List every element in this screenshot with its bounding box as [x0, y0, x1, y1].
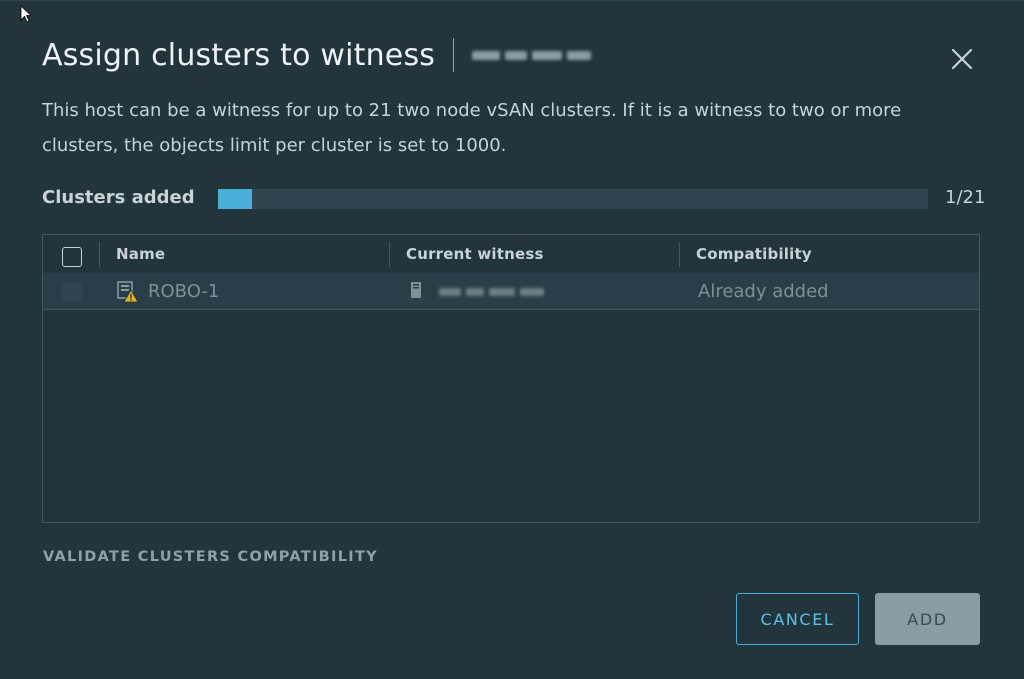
column-header-current-witness[interactable]: Current witness — [406, 245, 544, 263]
dialog-description: This host can be a witness for up to 21 … — [42, 100, 902, 156]
title-divider — [453, 38, 455, 72]
witness-address-redacted — [439, 286, 551, 298]
compatibility-status: Already added — [698, 281, 829, 302]
mouse-cursor-icon — [20, 5, 32, 23]
dialog-title: Assign clusters to witness — [42, 37, 436, 73]
clusters-grid: Name Current witness Compatibility ROBO-… — [42, 234, 980, 523]
host-icon — [411, 282, 421, 298]
cluster-name: ROBO-1 — [148, 281, 220, 302]
assign-clusters-dialog: Assign clusters to witness This host can… — [0, 0, 1024, 679]
close-icon[interactable] — [948, 45, 976, 73]
row-checkbox-disabled — [62, 282, 82, 302]
add-button[interactable]: ADD — [875, 593, 980, 645]
grid-header: Name Current witness Compatibility — [43, 235, 979, 274]
column-header-compatibility[interactable]: Compatibility — [696, 245, 812, 263]
cluster-warning-icon — [117, 281, 139, 303]
column-separator[interactable] — [679, 242, 680, 267]
column-header-name[interactable]: Name — [116, 245, 165, 263]
clusters-added-count: 1/21 — [945, 187, 986, 208]
validate-compatibility-button[interactable]: VALIDATE CLUSTERS COMPATIBILITY — [43, 549, 378, 565]
column-separator[interactable] — [389, 242, 390, 267]
clusters-added-progress — [218, 189, 928, 209]
progress-fill — [218, 189, 252, 209]
select-all-checkbox[interactable] — [62, 247, 82, 267]
dialog-header: Assign clusters to witness — [42, 35, 594, 75]
cancel-button[interactable]: CANCEL — [736, 593, 859, 645]
column-separator — [99, 242, 100, 267]
table-row[interactable]: ROBO-1 Already added — [43, 273, 979, 310]
host-address-redacted — [472, 47, 594, 63]
clusters-added-label: Clusters added — [42, 187, 195, 208]
